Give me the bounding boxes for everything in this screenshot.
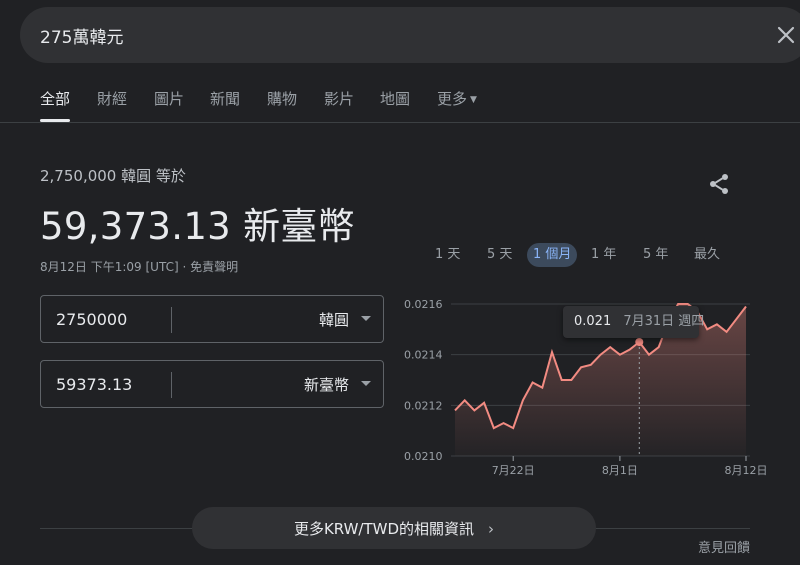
more-info-label: 更多KRW/TWD的相關資訊 ›: [293, 520, 495, 538]
y-tick-label: 0.0216: [404, 298, 443, 311]
search-bar[interactable]: 275萬韓元: [20, 7, 800, 63]
y-tick-label: 0.0214: [404, 349, 443, 362]
caret-down-icon: ▼: [470, 95, 477, 105]
search-query[interactable]: 275萬韓元: [40, 23, 123, 48]
to-currency-select[interactable]: 新臺幣: [304, 374, 349, 395]
tooltip-value: 0.021: [574, 314, 612, 329]
range-1-month[interactable]: 1 個月: [527, 243, 578, 267]
field-separator: [171, 307, 172, 333]
tab-news[interactable]: 新聞: [210, 88, 240, 109]
tab-finance[interactable]: 財經: [97, 88, 127, 109]
hover-point: [635, 338, 644, 346]
tabs-divider: [0, 122, 800, 123]
from-currency-select[interactable]: 韓圓: [319, 309, 349, 330]
tooltip-date: 7月31日 週四: [623, 314, 705, 329]
range-1-day[interactable]: 1 天: [429, 243, 466, 267]
from-currency-box: 韓圓: [40, 295, 384, 343]
field-separator: [171, 372, 172, 398]
dropdown-caret-icon[interactable]: [361, 316, 371, 321]
y-tick-label: 0.0212: [404, 399, 443, 412]
range-5-year[interactable]: 5 年: [637, 243, 674, 267]
range-1-year[interactable]: 1 年: [585, 243, 622, 267]
dropdown-caret-icon[interactable]: [361, 381, 371, 386]
tab-shopping[interactable]: 購物: [267, 88, 297, 109]
range-max[interactable]: 最久: [688, 243, 726, 267]
chevron-right-icon: ›: [488, 520, 495, 538]
range-5-day[interactable]: 5 天: [481, 243, 518, 267]
conversion-timestamp: 8月12日 下午1:09 [UTC] · 免責聲明: [40, 260, 239, 274]
close-icon[interactable]: [774, 23, 798, 47]
tab-maps[interactable]: 地圖: [380, 88, 410, 109]
tab-images[interactable]: 圖片: [154, 88, 184, 109]
from-amount-input[interactable]: [41, 296, 186, 342]
to-currency-box: 新臺幣: [40, 360, 384, 408]
to-amount-input[interactable]: [41, 361, 186, 407]
chart-tooltip: 0.021 7月31日 週四: [563, 306, 704, 338]
tab-videos[interactable]: 影片: [324, 88, 354, 109]
x-tick-label: 8月12日: [725, 464, 768, 477]
x-tick-label: 7月22日: [492, 464, 535, 477]
more-info-button[interactable]: 更多KRW/TWD的相關資訊 ›: [192, 507, 596, 549]
conversion-result: 59,373.13 新臺幣: [40, 205, 355, 248]
feedback-link[interactable]: 意見回饋: [698, 537, 750, 556]
tab-all[interactable]: 全部: [40, 88, 70, 109]
tab-more[interactable]: 更多 ▼: [437, 88, 477, 109]
share-icon[interactable]: [707, 172, 731, 196]
y-tick-label: 0.0210: [404, 450, 443, 463]
conversion-sub-label: 2,750,000 韓圓 等於: [40, 167, 186, 185]
x-tick-label: 8月1日: [602, 464, 638, 477]
